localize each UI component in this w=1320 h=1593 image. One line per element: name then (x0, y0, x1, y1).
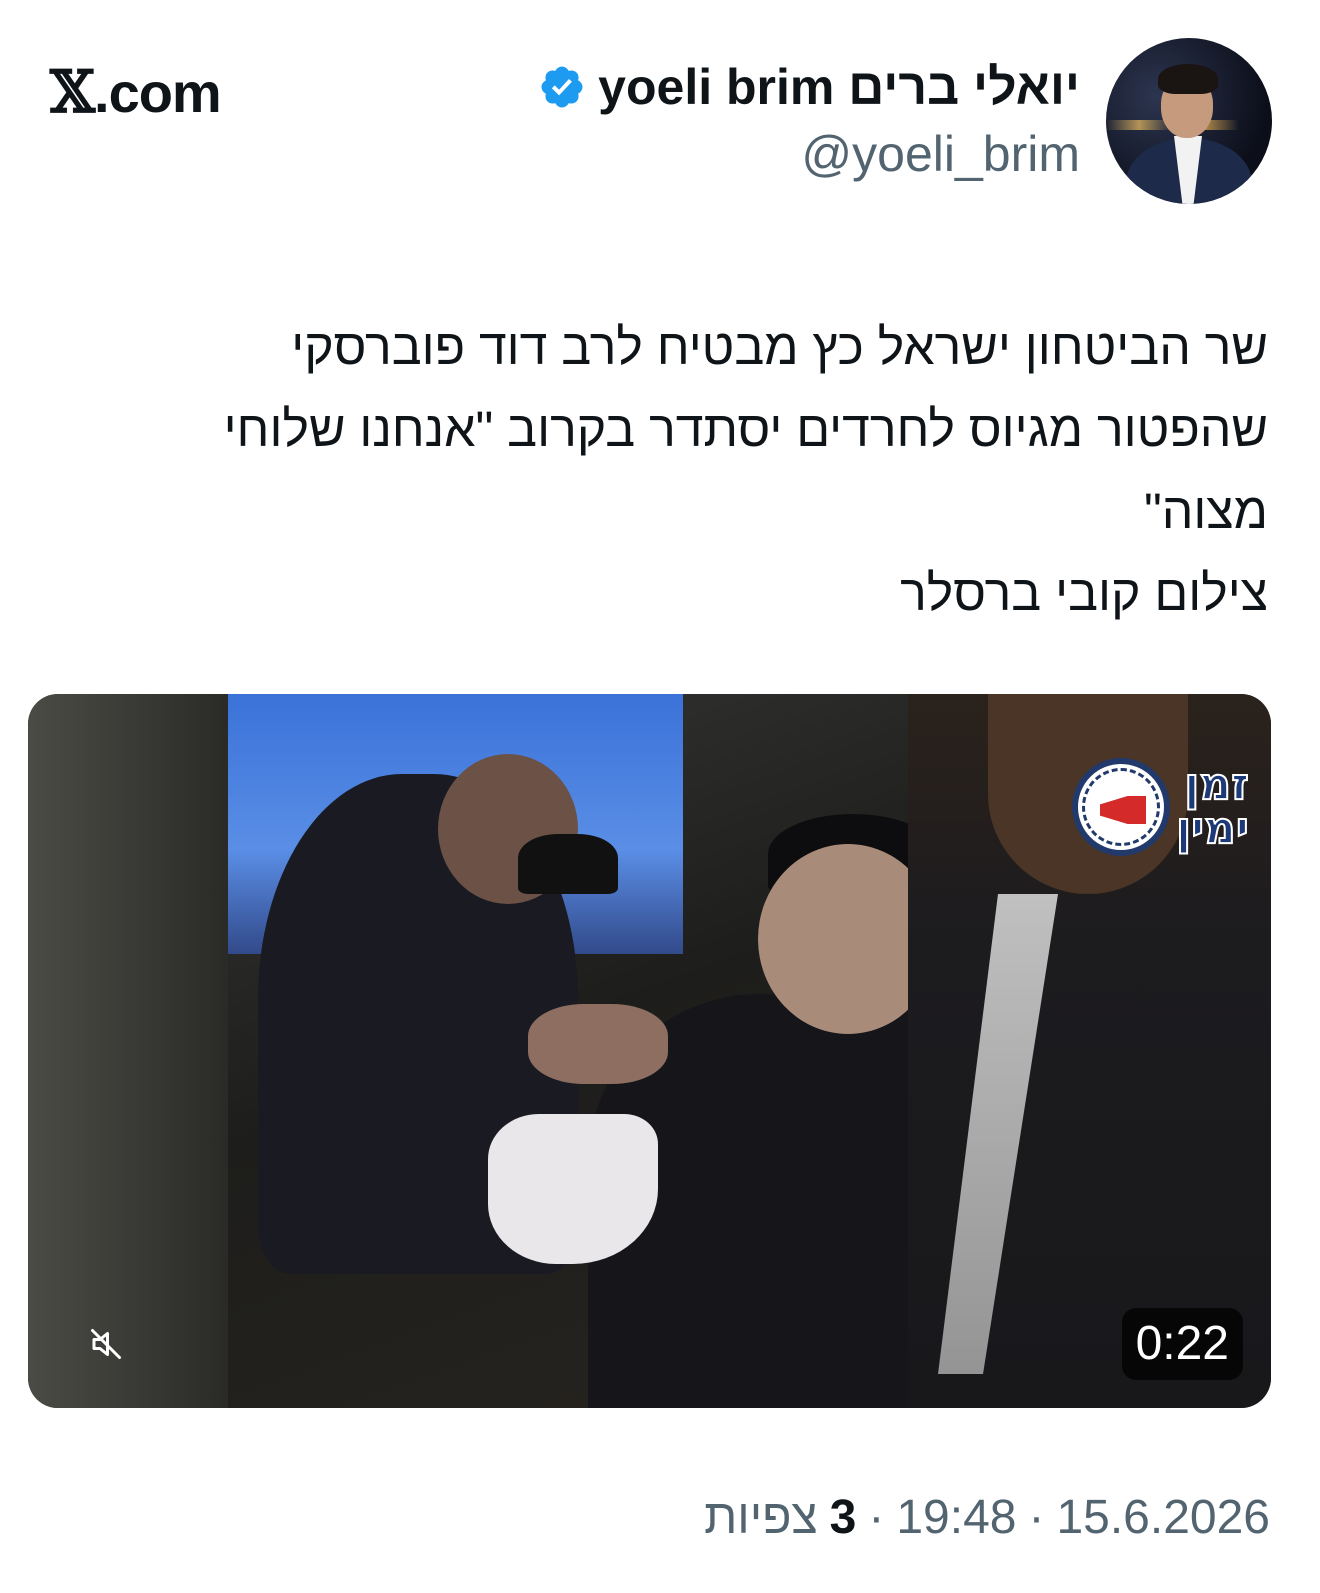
x-logo[interactable]: 𝕏.com (50, 58, 222, 126)
x-logo-text: .com (94, 61, 222, 124)
video-player[interactable]: זמן ימין 0:22 (28, 694, 1271, 1408)
views-count[interactable]: 3 (830, 1490, 857, 1545)
meta-separator: · (1028, 1491, 1045, 1544)
avatar[interactable] (1106, 38, 1272, 204)
tweet-header: יואלי ברים yoeli brim @yoeli_brim (538, 38, 1272, 204)
mute-button[interactable] (84, 1322, 128, 1366)
meta-separator: · (868, 1491, 885, 1544)
display-name-row[interactable]: יואלי ברים yoeli brim (538, 59, 1080, 115)
watermark-line2: ימין (1175, 803, 1250, 854)
megaphone-clock-icon (1072, 758, 1170, 856)
views-label: צפיות (704, 1491, 818, 1544)
x-logo-icon: 𝕏 (50, 58, 95, 126)
tweet-date[interactable]: 15.6.2026 (1056, 1490, 1270, 1545)
mute-icon (91, 1329, 121, 1359)
tweet-meta: 15.6.2026 · 19:48 · 3 צפיות (704, 1490, 1270, 1545)
channel-watermark: זמן ימין (1072, 758, 1250, 856)
tweet-text: שר הביטחון ישראל כץ מבטיח לרב דוד פוברסק… (223, 319, 1268, 621)
display-name[interactable]: יואלי ברים yoeli brim (598, 59, 1080, 115)
watermark-line1: זמן (1183, 759, 1250, 810)
author-names: יואלי ברים yoeli brim @yoeli_brim (538, 59, 1080, 183)
verified-badge-icon (541, 66, 583, 108)
video-duration: 0:22 (1121, 1308, 1243, 1380)
tweet-time[interactable]: 19:48 (896, 1490, 1016, 1545)
author-handle[interactable]: @yoeli_brim (538, 125, 1080, 183)
watermark-text: זמן ימין (1175, 759, 1250, 854)
